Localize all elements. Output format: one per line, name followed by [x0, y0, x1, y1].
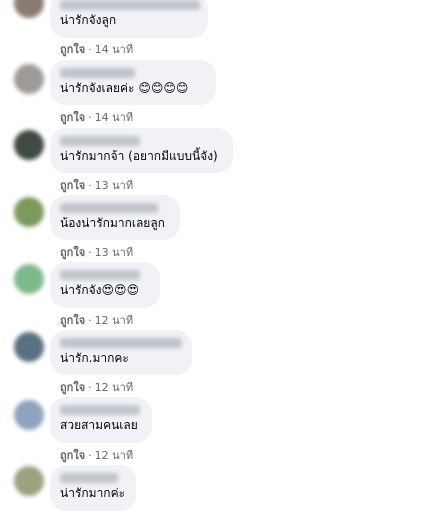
- timestamp[interactable]: 12 นาที: [95, 449, 133, 462]
- comment-bubble: น่ารักจังลูก: [50, 0, 208, 38]
- separator-dot: ·: [88, 179, 92, 192]
- timestamp[interactable]: 12 นาที: [95, 381, 133, 394]
- avatar[interactable]: [14, 0, 44, 18]
- separator-dot: ·: [88, 449, 92, 462]
- avatar[interactable]: [14, 400, 44, 430]
- comment-meta: ถูกใจ · 12 นาที: [60, 446, 133, 464]
- separator-dot: ·: [88, 43, 92, 56]
- avatar[interactable]: [14, 64, 44, 94]
- separator-dot: ·: [88, 111, 92, 124]
- author-name-redacted[interactable]: [60, 338, 182, 348]
- like-link[interactable]: ถูกใจ: [60, 43, 85, 56]
- like-link[interactable]: ถูกใจ: [60, 111, 85, 124]
- avatar[interactable]: [14, 264, 44, 294]
- like-link[interactable]: ถูกใจ: [60, 179, 85, 192]
- author-name-redacted[interactable]: [60, 68, 135, 78]
- separator-dot: ·: [88, 314, 92, 327]
- author-name-redacted[interactable]: [60, 473, 118, 483]
- comment-bubble: น่ารักจัง😍😍😍: [50, 262, 160, 308]
- comment-text: น่ารัก.มากคะ: [60, 351, 129, 365]
- comment-bubble: น้องน่ารักมากเลยลูก: [50, 195, 180, 240]
- avatar[interactable]: [14, 130, 44, 160]
- like-link[interactable]: ถูกใจ: [60, 381, 85, 394]
- comment-meta: ถูกใจ · 14 นาที: [60, 108, 133, 126]
- comment-meta: ถูกใจ · 13 นาที: [60, 176, 133, 194]
- timestamp[interactable]: 13 นาที: [95, 179, 133, 192]
- comment-meta: ถูกใจ · 12 นาที: [60, 311, 133, 329]
- author-name-redacted[interactable]: [60, 270, 140, 280]
- separator-dot: ·: [88, 381, 92, 394]
- timestamp[interactable]: 14 นาที: [95, 111, 133, 124]
- comment-text: น่ารักมากจ้า (อยากมีแบบนี้จัง): [60, 149, 218, 163]
- author-name-redacted[interactable]: [60, 203, 158, 213]
- like-link[interactable]: ถูกใจ: [60, 314, 85, 327]
- comment-text: น่ารักจัง😍😍😍: [60, 283, 140, 297]
- comment-text: น่ารักจังลูก: [60, 13, 117, 27]
- avatar[interactable]: [14, 332, 44, 362]
- author-name-redacted[interactable]: [60, 405, 140, 415]
- comment-bubble: น่ารัก.มากคะ: [50, 330, 192, 375]
- like-link[interactable]: ถูกใจ: [60, 449, 85, 462]
- timestamp[interactable]: 13 นาที: [95, 246, 133, 259]
- comment-bubble: น่ารักมากค่ะ: [50, 465, 136, 511]
- author-name-redacted[interactable]: [60, 136, 140, 146]
- avatar[interactable]: [14, 197, 44, 227]
- comment-bubble: สวยสามคนเลย: [50, 397, 152, 443]
- comment-bubble: น่ารักจังเลยค่ะ 😊😊😊😊: [50, 60, 216, 105]
- avatar[interactable]: [14, 466, 44, 496]
- comment-bubble: น่ารักมากจ้า (อยากมีแบบนี้จัง): [50, 128, 233, 173]
- comment-meta: ถูกใจ · 13 นาที: [60, 243, 133, 261]
- comment-meta: ถูกใจ · 14 นาที: [60, 40, 133, 58]
- like-link[interactable]: ถูกใจ: [60, 246, 85, 259]
- comment-text: น่ารักจังเลยค่ะ 😊😊😊😊: [60, 81, 189, 95]
- comment-text: สวยสามคนเลย: [60, 418, 138, 432]
- timestamp[interactable]: 14 นาที: [95, 43, 133, 56]
- comment-meta: ถูกใจ · 12 นาที: [60, 378, 133, 396]
- comment-text: น่ารักมากค่ะ: [60, 486, 126, 500]
- timestamp[interactable]: 12 นาที: [95, 314, 133, 327]
- author-name-redacted[interactable]: [60, 0, 200, 10]
- comment-text: น้องน่ารักมากเลยลูก: [60, 216, 165, 230]
- separator-dot: ·: [88, 246, 92, 259]
